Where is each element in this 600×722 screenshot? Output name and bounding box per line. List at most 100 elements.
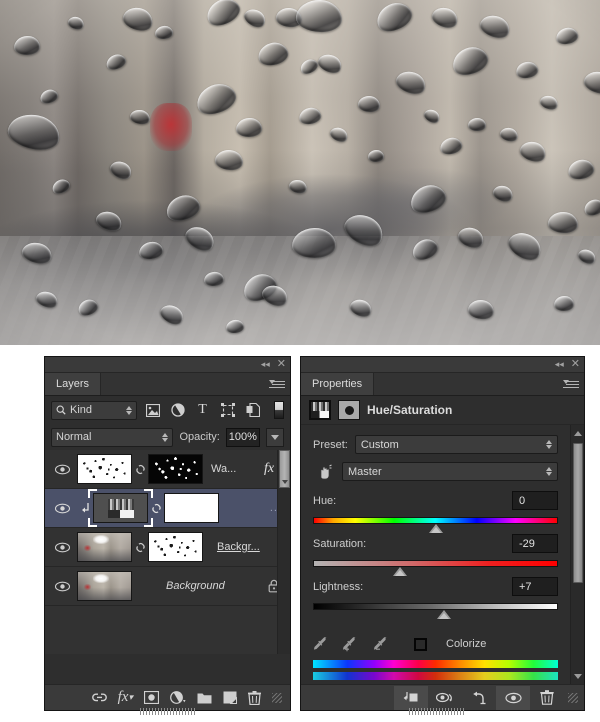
image-filter-icon[interactable]	[143, 401, 162, 420]
channel-spinner-icon[interactable]	[546, 467, 552, 476]
panel-drag-grip[interactable]	[409, 708, 465, 715]
new-group-icon[interactable]	[197, 692, 212, 704]
properties-scrollbar[interactable]	[570, 425, 584, 685]
saturation-slider-track[interactable]	[313, 560, 558, 567]
hue-saturation-properties-icon[interactable]	[309, 400, 331, 420]
properties-scrollbar-thumb[interactable]	[573, 443, 583, 583]
panel-resize-grip[interactable]	[272, 693, 282, 703]
hue-slider-track[interactable]	[313, 517, 558, 524]
preset-spinner-icon[interactable]	[546, 440, 552, 449]
filter-enable-toggle[interactable]	[274, 401, 284, 419]
lightness-slider-handle[interactable]	[437, 610, 451, 619]
eyedropper-icon[interactable]	[313, 636, 329, 652]
layer-filter-kind-select[interactable]: Kind	[51, 401, 137, 420]
collapse-panel-icon[interactable]: ◂◂	[261, 360, 270, 369]
lightness-slider-block: Lightness: +7	[313, 577, 558, 610]
lightness-slider-track[interactable]	[313, 603, 558, 610]
layer-mask-thumbnail[interactable]	[148, 532, 203, 562]
layer-mask-thumbnail[interactable]	[164, 493, 219, 523]
close-panel-icon[interactable]: ✕	[277, 359, 286, 370]
opacity-dropdown-icon[interactable]	[266, 428, 284, 447]
table-row[interactable]: Backgr...	[45, 528, 290, 567]
water-droplet	[291, 227, 336, 259]
panel-drag-grip[interactable]	[140, 708, 196, 715]
kind-spinner-icon[interactable]	[126, 406, 132, 415]
close-panel-icon[interactable]: ✕	[571, 359, 580, 370]
properties-panel-menu-icon[interactable]	[563, 378, 579, 390]
hue-slider-handle[interactable]	[429, 524, 443, 533]
on-image-adjustment-hand-icon[interactable]	[313, 464, 335, 480]
opacity-value[interactable]: 100%	[226, 428, 260, 447]
hue-value-field[interactable]: 0	[512, 491, 558, 510]
add-layer-mask-icon[interactable]	[144, 691, 159, 704]
scroll-up-icon[interactable]	[574, 431, 582, 436]
layers-scrollbar[interactable]	[277, 450, 290, 654]
colorize-checkbox[interactable]	[414, 638, 427, 651]
layer-style-fx-icon[interactable]: fx▾	[118, 689, 133, 706]
table-row[interactable]: ...	[45, 489, 290, 528]
clip-to-layer-icon[interactable]	[394, 686, 428, 710]
scroll-down-icon[interactable]	[574, 674, 582, 679]
link-mask-icon[interactable]	[148, 502, 164, 515]
lightness-value-field[interactable]: +7	[512, 577, 558, 596]
layer-name[interactable]: Background	[132, 580, 268, 592]
water-droplet	[468, 118, 486, 131]
layer-visibility-toggle[interactable]	[47, 464, 77, 475]
saturation-slider-handle[interactable]	[393, 567, 407, 576]
layer-name[interactable]: Wa...	[203, 463, 264, 475]
reset-adjustment-icon[interactable]	[462, 686, 496, 710]
layer-thumbnail[interactable]	[77, 571, 132, 601]
blend-mode-row: Normal Opacity: 100%	[45, 424, 290, 450]
layers-panel-menu-icon[interactable]	[269, 378, 285, 390]
tab-properties[interactable]: Properties	[301, 373, 374, 395]
layer-mask-thumbnail[interactable]	[148, 454, 203, 484]
hue-spectrum-bar-bottom[interactable]	[313, 672, 558, 680]
hue-label: Hue:	[313, 495, 336, 507]
hue-spectrum-bar-top[interactable]	[313, 660, 558, 668]
table-row[interactable]: Wa... fx ▼	[45, 450, 290, 489]
delete-adjustment-icon[interactable]	[530, 686, 564, 710]
blend-mode-select[interactable]: Normal	[51, 428, 173, 447]
new-adjustment-layer-icon[interactable]	[170, 691, 186, 704]
new-layer-icon[interactable]	[223, 691, 237, 704]
layer-filter-row: Kind T	[45, 396, 290, 424]
preset-label: Preset:	[313, 439, 348, 451]
toggle-layer-visibility-icon[interactable]	[496, 686, 530, 710]
layer-thumbnail[interactable]	[93, 493, 148, 523]
shape-filter-icon[interactable]	[218, 401, 237, 420]
eye-icon	[55, 464, 70, 475]
layer-thumbnail[interactable]	[77, 454, 132, 484]
blend-mode-spinner-icon[interactable]	[162, 433, 168, 442]
delete-layer-icon[interactable]	[248, 691, 261, 705]
preset-select[interactable]: Custom	[355, 435, 558, 454]
adjustment-filter-icon[interactable]	[168, 401, 187, 420]
view-previous-state-icon[interactable]	[428, 686, 462, 710]
layers-scrollbar-thumb[interactable]	[279, 450, 290, 488]
smart-object-filter-icon[interactable]	[243, 401, 262, 420]
eyedropper-subtract-icon[interactable]	[373, 636, 391, 652]
panel-resize-grip[interactable]	[568, 693, 578, 703]
link-mask-icon[interactable]	[132, 541, 148, 554]
document-canvas-image	[0, 0, 600, 345]
channel-select[interactable]: Master	[342, 462, 558, 481]
saturation-slider-head: Saturation: -29	[313, 534, 558, 553]
table-row[interactable]: Background	[45, 567, 290, 606]
collapse-panel-icon[interactable]: ◂◂	[555, 360, 564, 369]
saturation-value-field[interactable]: -29	[512, 534, 558, 553]
tab-layers[interactable]: Layers	[45, 373, 101, 395]
layer-fx-indicator[interactable]: fx	[264, 461, 278, 477]
layer-visibility-toggle[interactable]	[47, 581, 77, 592]
eyedropper-add-icon[interactable]	[342, 636, 360, 652]
layer-visibility-toggle[interactable]	[47, 542, 77, 553]
channel-value: Master	[348, 466, 382, 478]
layer-visibility-toggle[interactable]	[47, 503, 77, 514]
search-icon	[56, 405, 66, 415]
eye-icon	[55, 542, 70, 553]
layer-mask-properties-icon[interactable]	[338, 400, 360, 420]
preset-value: Custom	[361, 439, 399, 451]
link-mask-icon[interactable]	[132, 463, 148, 476]
layers-tab-strip: Layers	[45, 373, 290, 396]
link-layers-icon[interactable]	[92, 692, 107, 703]
layer-thumbnail[interactable]	[77, 532, 132, 562]
type-filter-icon[interactable]: T	[193, 401, 212, 420]
